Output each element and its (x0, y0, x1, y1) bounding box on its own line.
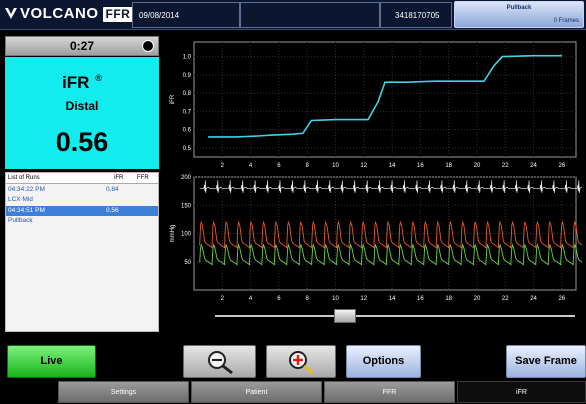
pressure-waveform-chart: 2 4 6 8 10 12 14 16 18 20 22 24 2650100150200mmHg (170, 175, 582, 302)
y-tick-label: 100 (181, 232, 192, 238)
x-tick-label: 26 (559, 163, 566, 169)
x-tick-label: 18 (445, 296, 452, 302)
frame-count: 0 Frames (553, 18, 579, 24)
run-note-text: Pullback (8, 217, 33, 224)
run-time: 04:34:22 PM (8, 186, 45, 193)
run-time: 04:34:51 PM (8, 207, 45, 214)
runs-list: List of Runs iFR FFR 04:34:22 PM 0.84 LC… (5, 172, 159, 332)
y-tick-label: 0.7 (183, 109, 192, 115)
date-field: 09/08/2014 (132, 2, 240, 28)
volcano-mark-icon (5, 8, 17, 19)
tab-ifr[interactable]: iFR (457, 381, 586, 403)
options-button[interactable]: Options (346, 345, 421, 378)
patient-id-text: 3418170705 (395, 11, 440, 20)
x-tick-label: 12 (360, 296, 367, 302)
x-tick-label: 20 (474, 163, 481, 169)
header-blank-field (240, 2, 380, 28)
ifr-title: iFR ® (5, 73, 159, 93)
x-tick-label: 22 (502, 163, 509, 169)
registered-mark: ® (95, 73, 103, 84)
x-tick-label: 10 (332, 163, 339, 169)
ifr-label: iFR (61, 73, 90, 92)
run-ifr: 0.84 (106, 186, 119, 193)
timer-text: 0:27 (69, 39, 95, 53)
live-button[interactable]: Live (7, 345, 96, 378)
x-tick-label: 24 (530, 296, 537, 302)
ifr-result-panel: iFR ® Distal 0.56 (5, 57, 159, 169)
x-tick-label: 8 (306, 296, 310, 302)
x-tick-label: 20 (474, 296, 481, 302)
x-tick-label: 6 (277, 163, 281, 169)
run-row[interactable]: 04:34:22 PM 0.84 (6, 185, 158, 195)
x-tick-label: 4 (249, 296, 253, 302)
run-row-selected[interactable]: 04:34:51 PM 0.56 (6, 206, 158, 216)
zoom-out-icon (207, 351, 233, 375)
run-ifr: 0.56 (106, 207, 119, 214)
y-tick-label: 150 (181, 203, 192, 209)
y-tick-label: 0.9 (183, 73, 192, 79)
y-tick-label: 50 (184, 260, 191, 266)
plot-area (193, 41, 577, 158)
save-frame-button[interactable]: Save Frame (506, 345, 586, 378)
y-axis-label: iFR (170, 94, 176, 104)
record-indicator-icon (142, 40, 154, 52)
product-badge: FFR (102, 7, 134, 22)
location-label: Distal (65, 99, 99, 113)
runs-list-title: List of Runs (8, 175, 40, 181)
x-tick-label: 14 (389, 296, 396, 302)
y-tick-label: 0.8 (183, 91, 192, 97)
run-note[interactable]: Pullback (6, 216, 158, 226)
zoom-out-button[interactable] (183, 345, 256, 378)
ifr-trend-chart: 2 4 6 8 10 12 14 16 18 20 22 24 260.50.60.70.80.91.0… (170, 41, 577, 169)
zoom-in-button[interactable] (266, 345, 336, 378)
x-tick-label: 16 (417, 296, 424, 302)
x-tick-label: 24 (530, 163, 537, 169)
volcano-logo: VOLCANO FFR (4, 4, 134, 24)
x-tick-label: 8 (306, 163, 310, 169)
zoom-in-icon (289, 351, 314, 375)
y-axis-label: mmHg (170, 225, 176, 243)
patient-id-field: 3418170705 (380, 2, 452, 28)
runs-col-ffr: FFR (137, 175, 149, 181)
ifr-value: 0.56 (55, 127, 109, 157)
tab-ffr[interactable]: FFR (324, 381, 455, 403)
x-tick-label: 12 (360, 163, 367, 169)
brand-name: VOLCANO (20, 5, 99, 22)
run-note[interactable]: LCX Mid (6, 195, 158, 205)
y-tick-label: 1.0 (183, 55, 192, 61)
x-tick-label: 4 (249, 163, 253, 169)
runs-list-header: List of Runs iFR FFR (6, 173, 158, 184)
tab-patient[interactable]: Patient (191, 381, 322, 403)
run-note-text: LCX Mid (8, 196, 33, 203)
date-text: 09/08/2014 (139, 11, 180, 20)
x-tick-label: 18 (445, 163, 452, 169)
timeline-slider-handle[interactable] (333, 309, 356, 323)
x-tick-label: 26 (559, 296, 566, 302)
mode-indicator-button[interactable]: Pullback 0 Frames (454, 1, 584, 28)
timer-bar: 0:27 (5, 36, 159, 56)
timeline-slider[interactable] (215, 315, 575, 317)
x-tick-label: 6 (277, 296, 281, 302)
x-tick-label: 14 (389, 163, 396, 169)
x-tick-label: 16 (417, 163, 424, 169)
runs-col-ifr: iFR (114, 175, 124, 181)
x-tick-label: 10 (332, 296, 339, 302)
mode-title: Pullback (506, 5, 532, 11)
y-tick-label: 200 (181, 175, 192, 181)
top-header: VOLCANO FFR 09/08/2014 3418170705 Pullbac… (0, 0, 586, 30)
x-tick-label: 22 (502, 296, 509, 302)
x-tick-label: 2 (221, 296, 225, 302)
tab-settings[interactable]: Settings (58, 381, 189, 403)
x-tick-label: 2 (221, 163, 225, 169)
y-tick-label: 0.5 (183, 146, 192, 152)
y-tick-label: 0.6 (183, 128, 192, 134)
